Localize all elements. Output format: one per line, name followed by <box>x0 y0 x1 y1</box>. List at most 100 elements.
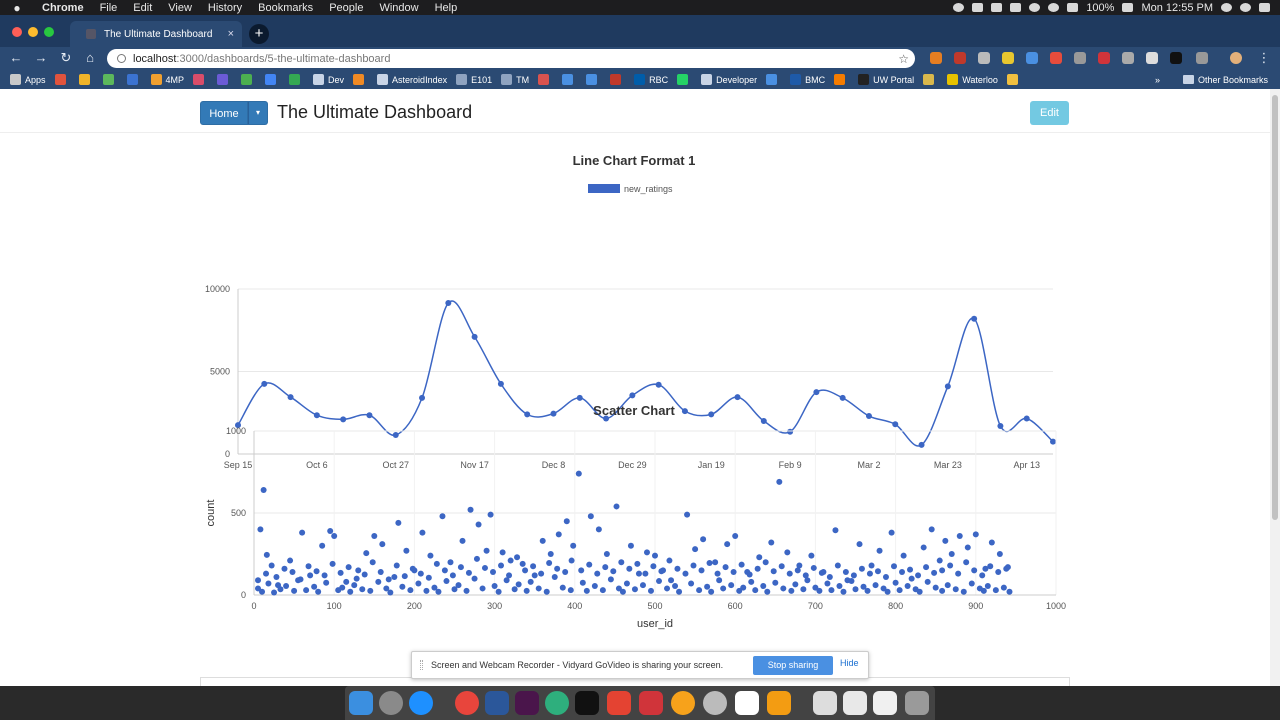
notes-icon[interactable] <box>991 3 1003 12</box>
extension-icon[interactable] <box>1098 52 1110 64</box>
zoom-window-icon[interactable] <box>44 27 54 37</box>
dropbox-icon[interactable] <box>972 3 984 12</box>
extension-icon[interactable] <box>1074 52 1086 64</box>
bookmark-item[interactable] <box>193 74 208 85</box>
bookmark-item[interactable]: BMC <box>790 74 825 85</box>
extension-icon[interactable] <box>978 52 990 64</box>
bookmark-item[interactable] <box>102 74 118 85</box>
forward-icon[interactable]: → <box>33 50 49 66</box>
new-tab-button[interactable]: + <box>249 24 269 44</box>
menubar-clock[interactable]: Mon 12:55 PM <box>1141 2 1213 14</box>
extension-icon[interactable] <box>1050 52 1062 64</box>
menu-window[interactable]: Window <box>371 2 426 14</box>
sequel-pro-icon[interactable] <box>703 691 727 715</box>
bookmark-item[interactable] <box>54 74 70 85</box>
bookmark-item[interactable] <box>562 74 577 85</box>
bookmark-item[interactable]: RBC <box>634 74 668 85</box>
extension-icon[interactable] <box>1196 52 1208 64</box>
page-scrollbar[interactable] <box>1270 89 1280 686</box>
address-bar[interactable]: localhost:3000/dashboards/5-the-ultimate… <box>107 49 915 68</box>
downloads-folder-icon[interactable] <box>813 691 837 715</box>
bookmark-item[interactable]: 4MP <box>150 74 184 85</box>
bookmark-item[interactable] <box>289 74 304 85</box>
drag-handle-icon[interactable] <box>420 660 423 670</box>
menu-people[interactable]: People <box>321 2 371 14</box>
bookmark-item[interactable] <box>834 74 849 85</box>
bookmark-item[interactable] <box>610 74 625 85</box>
close-window-icon[interactable] <box>12 27 22 37</box>
bluetooth-icon[interactable] <box>1029 3 1041 12</box>
extension-icon[interactable] <box>1146 52 1158 64</box>
bookmark-item[interactable] <box>265 74 280 85</box>
bookmark-item[interactable] <box>766 74 781 85</box>
screenshot-icon[interactable] <box>873 691 897 715</box>
edit-button[interactable]: Edit <box>1030 101 1069 125</box>
extension-icon[interactable] <box>954 52 966 64</box>
sketch-icon[interactable] <box>671 691 695 715</box>
bookmark-item[interactable]: AsteroidIndex <box>377 74 447 85</box>
bookmarks-overflow-icon[interactable]: » <box>1155 75 1160 85</box>
reload-icon[interactable]: ↻ <box>58 50 74 66</box>
terminal-icon[interactable] <box>575 691 599 715</box>
bookmark-item[interactable]: Apps <box>10 74 46 85</box>
siri-icon[interactable] <box>1240 3 1251 12</box>
chrome-icon[interactable] <box>455 691 479 715</box>
word-icon[interactable] <box>485 691 509 715</box>
bookmark-item[interactable] <box>217 74 232 85</box>
bookmark-item[interactable] <box>353 74 368 85</box>
home-dropdown-caret-icon[interactable]: ▾ <box>248 101 268 125</box>
bookmark-item[interactable] <box>586 74 601 85</box>
minimize-window-icon[interactable] <box>28 27 38 37</box>
extension-icon[interactable] <box>1122 52 1134 64</box>
profile-avatar[interactable] <box>1230 52 1242 64</box>
notification-center-icon[interactable] <box>1259 3 1270 12</box>
extension-icon[interactable] <box>1170 52 1182 64</box>
hide-sharing-link[interactable]: Hide <box>840 658 859 668</box>
microphone-icon[interactable] <box>953 3 965 12</box>
stop-sharing-button[interactable]: Stop sharing <box>753 656 833 675</box>
bookmark-item[interactable]: TM <box>501 74 529 85</box>
tab-close-icon[interactable]: × <box>228 28 234 40</box>
extension-icon[interactable] <box>930 52 942 64</box>
bookmark-item[interactable] <box>1006 74 1022 85</box>
slack-icon[interactable] <box>515 691 539 715</box>
back-icon[interactable]: ← <box>8 50 24 66</box>
menu-chrome[interactable]: Chrome <box>34 2 92 14</box>
other-bookmarks[interactable]: Other Bookmarks <box>1182 75 1268 85</box>
bookmark-item[interactable] <box>677 74 692 85</box>
launchpad-icon[interactable] <box>379 691 403 715</box>
bookmark-item[interactable]: Developer <box>701 74 757 85</box>
bookmark-item[interactable]: E101 <box>456 74 492 85</box>
browser-tab-active[interactable]: The Ultimate Dashboard × <box>70 21 242 47</box>
menu-bookmarks[interactable]: Bookmarks <box>250 2 321 14</box>
finder-icon[interactable] <box>349 691 373 715</box>
document-icon[interactable] <box>843 691 867 715</box>
bookmark-item[interactable] <box>923 74 938 85</box>
home-icon[interactable]: ⌂ <box>82 50 98 66</box>
todoist-icon[interactable] <box>607 691 631 715</box>
slack-icon[interactable] <box>1010 3 1022 12</box>
spotlight-icon[interactable] <box>1221 3 1232 12</box>
scrollbar-thumb[interactable] <box>1272 95 1278 520</box>
menu-edit[interactable]: Edit <box>125 2 160 14</box>
home-button[interactable]: Home <box>200 101 248 125</box>
bookmark-item[interactable]: Waterloo <box>947 74 998 85</box>
menu-help[interactable]: Help <box>427 2 466 14</box>
send-icon[interactable] <box>545 691 569 715</box>
bookmark-item[interactable] <box>126 74 142 85</box>
bookmark-item[interactable] <box>78 74 94 85</box>
bookmark-item[interactable]: UW Portal <box>858 74 914 85</box>
menu-file[interactable]: File <box>92 2 126 14</box>
info-icon[interactable] <box>117 54 126 63</box>
extension-icon[interactable] <box>1026 52 1038 64</box>
menu-history[interactable]: History <box>200 2 250 14</box>
sublime-text-icon[interactable] <box>767 691 791 715</box>
pocket-icon[interactable] <box>639 691 663 715</box>
bookmark-item[interactable] <box>538 74 553 85</box>
bookmark-star-icon[interactable]: ☆ <box>898 52 909 66</box>
app-store-icon[interactable] <box>409 691 433 715</box>
bookmark-item[interactable]: Dev <box>313 74 344 85</box>
extension-icon[interactable] <box>1002 52 1014 64</box>
trash-icon[interactable] <box>905 691 929 715</box>
notion-icon[interactable] <box>735 691 759 715</box>
